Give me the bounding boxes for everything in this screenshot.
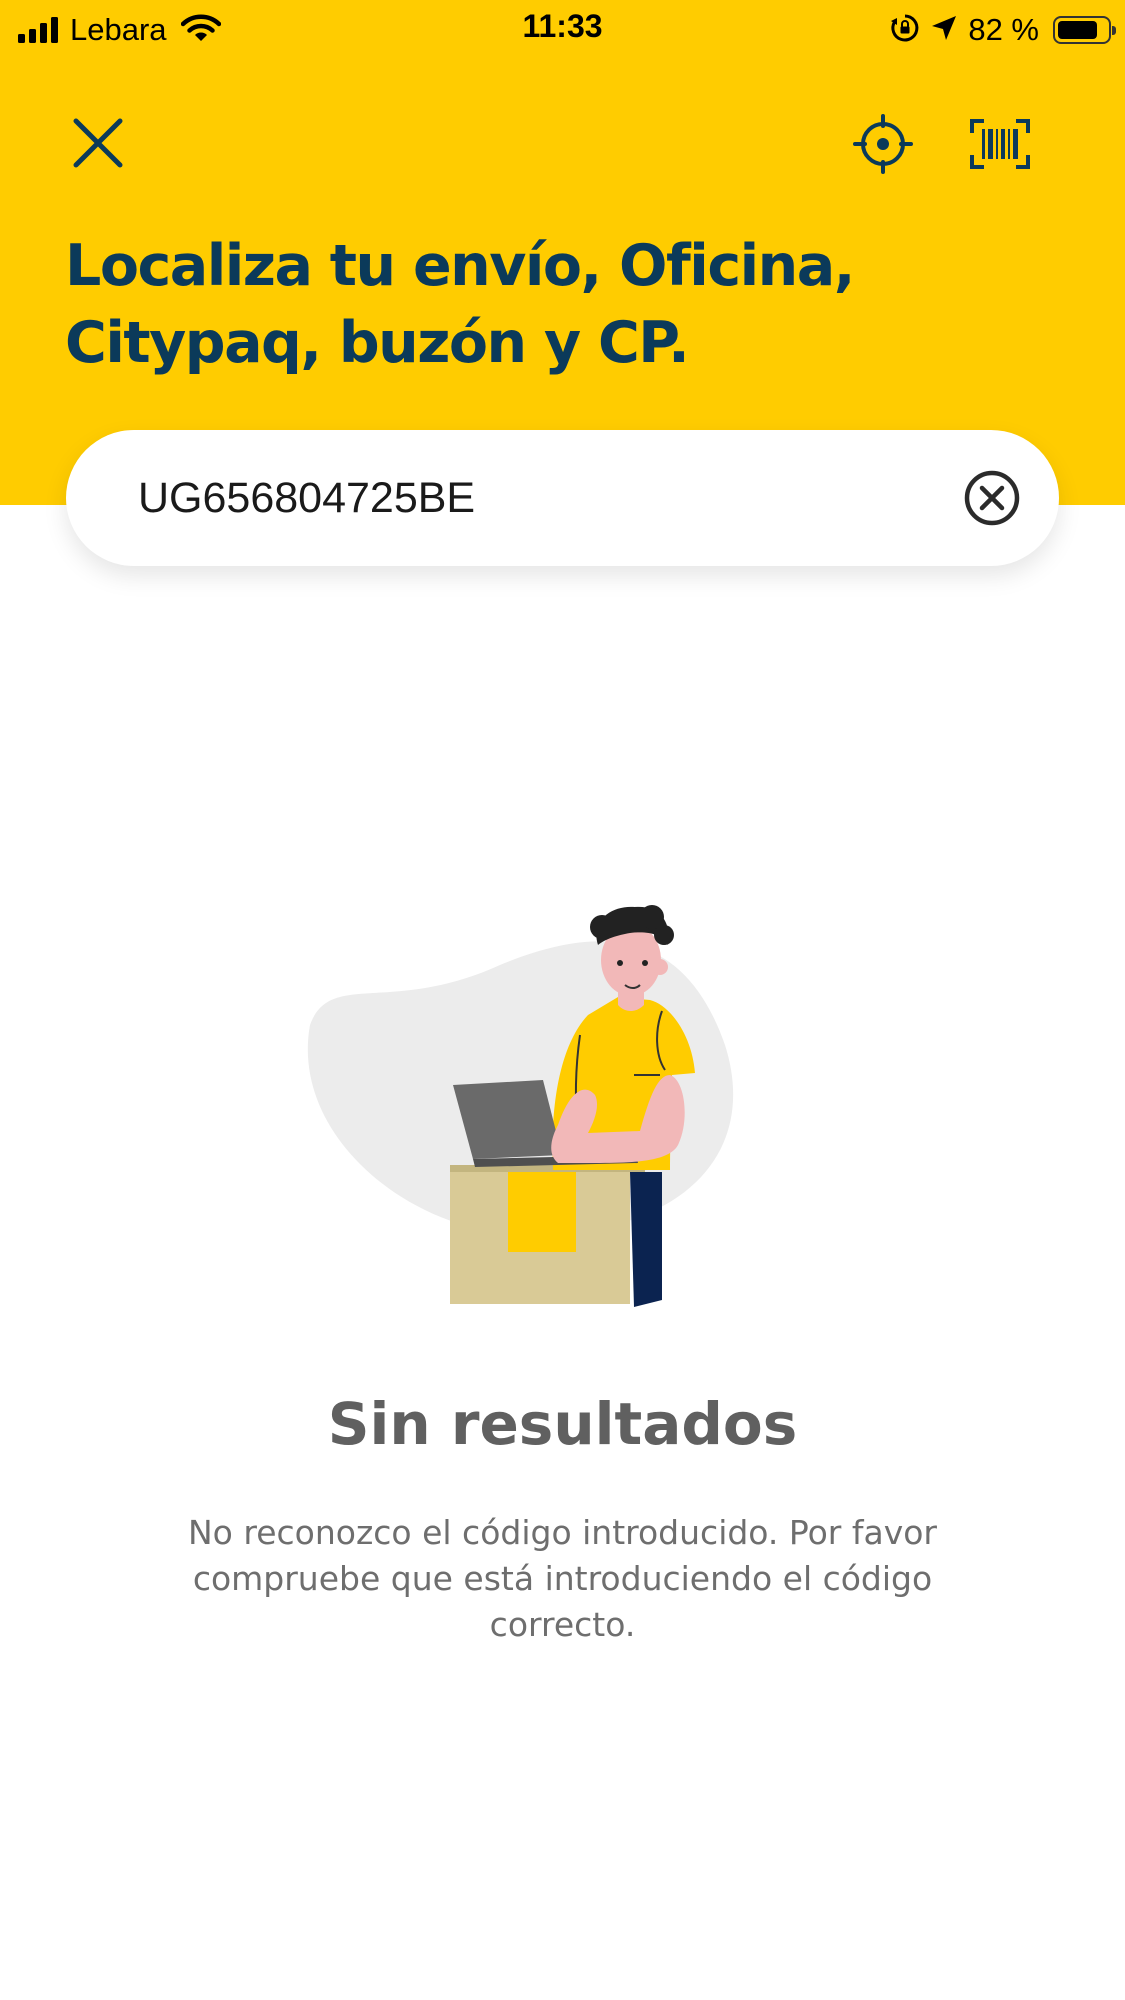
locate-button[interactable] — [845, 106, 921, 182]
battery-level-fill — [1058, 21, 1097, 39]
status-right: 82 % — [890, 10, 1116, 50]
close-icon — [73, 118, 123, 168]
locate-icon — [853, 114, 913, 174]
status-bar: Lebara 11:33 82 % — [0, 0, 1125, 60]
page-title: Localiza tu envío, Oficina, Citypaq, buz… — [65, 233, 855, 376]
clear-search-button[interactable] — [962, 468, 1022, 528]
orientation-lock-icon — [890, 13, 920, 48]
barcode-scan-button[interactable] — [962, 106, 1038, 182]
empty-state-illustration — [307, 905, 734, 1307]
search-field[interactable] — [66, 430, 1059, 566]
battery-icon — [1053, 16, 1116, 44]
empty-state-message: No reconozco el código introducido. Por … — [188, 1513, 937, 1644]
close-button[interactable] — [60, 105, 136, 181]
clear-icon — [964, 470, 1020, 526]
search-input[interactable] — [138, 460, 938, 536]
illustration-pants — [630, 1172, 662, 1307]
empty-state-title: Sin resultados — [327, 1390, 798, 1458]
battery-percent: 82 % — [968, 12, 1039, 47]
barcode-scan-icon — [970, 119, 1030, 169]
location-arrow-icon — [930, 14, 958, 47]
illustration-box-label — [508, 1172, 576, 1252]
